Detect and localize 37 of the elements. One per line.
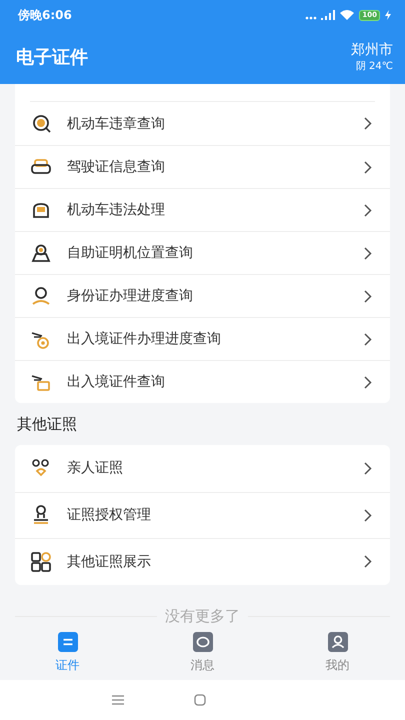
list-item[interactable]: 机动车违章查询 xyxy=(15,102,390,145)
person-icon xyxy=(328,632,348,652)
list-item[interactable]: 驾驶证信息查询 xyxy=(15,145,390,188)
chevron-icon xyxy=(364,332,372,346)
grid-icon xyxy=(30,550,52,573)
chevron-icon xyxy=(364,555,372,568)
person-icon xyxy=(30,285,52,307)
home-icon[interactable] xyxy=(194,694,206,706)
list-item[interactable]: 证照授权管理 xyxy=(15,492,390,538)
signal-icon xyxy=(305,10,336,20)
chevron-icon xyxy=(364,160,372,174)
end-of-list-text: 没有更多了 xyxy=(165,606,240,626)
list-item[interactable]: 出入境证件查询 xyxy=(15,360,390,403)
list-item[interactable]: 身份证办理进度查询 xyxy=(15,274,390,317)
chevron-icon xyxy=(364,117,372,130)
charging-icon xyxy=(385,10,391,20)
magnifier-icon xyxy=(30,112,52,134)
chevron-icon xyxy=(364,376,372,388)
page-title: 电子证件 xyxy=(16,46,89,69)
menu-icon[interactable] xyxy=(112,695,124,705)
location-pin-icon xyxy=(30,242,52,264)
chevron-icon xyxy=(364,290,372,302)
document-icon xyxy=(58,632,78,652)
chevron-icon xyxy=(364,462,372,475)
list-item[interactable]: 其他证照展示 xyxy=(15,538,390,584)
wifi-icon xyxy=(340,10,354,20)
chevron-icon xyxy=(364,204,372,216)
chevron-icon xyxy=(364,246,372,260)
list-item[interactable]: 亲人证照 xyxy=(15,445,390,492)
list-item[interactable]: 自助证明机位置查询 xyxy=(15,231,390,274)
chevron-icon xyxy=(364,508,372,522)
section-title: 其他证照 xyxy=(16,414,78,435)
list-item[interactable]: 出入境证件办理进度查询 xyxy=(15,317,390,360)
list-item[interactable]: 机动车违法处理 xyxy=(15,188,390,231)
status-time: 傍晚6:06 xyxy=(18,6,72,24)
chat-bubble-icon xyxy=(192,632,212,652)
weather-text: 阴 24℃ xyxy=(356,60,393,73)
